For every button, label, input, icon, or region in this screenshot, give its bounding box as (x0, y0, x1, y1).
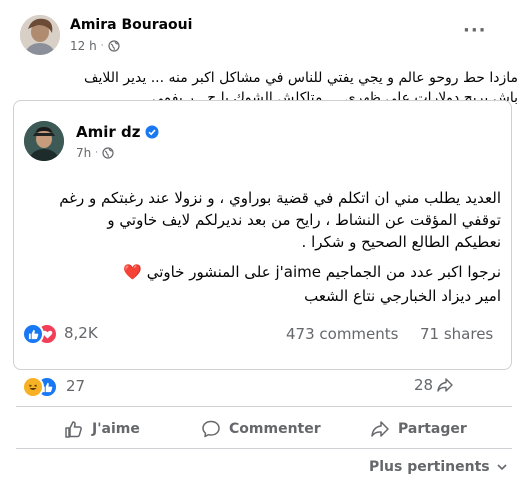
author-avatar[interactable] (20, 15, 60, 55)
shared-text-line-2: توقفي المؤقت عن النشاط ، رايح من بعد ندي… (107, 211, 501, 229)
avatar-photo-icon (20, 15, 60, 55)
comment-button[interactable]: Commenter (201, 419, 321, 439)
like-button[interactable]: J'aime (64, 419, 140, 439)
shared-author-avatar[interactable] (24, 121, 64, 161)
outer-reactions-count: 27 (66, 377, 86, 395)
share-arrow-icon (371, 421, 389, 437)
share-button-label: Partager (398, 421, 467, 437)
comment-sort-dropdown[interactable]: Plus pertinents (369, 459, 508, 475)
more-options-icon[interactable]: ··· (463, 20, 487, 41)
share-button[interactable]: Partager (370, 419, 467, 439)
shared-author-name[interactable]: Amir dz (76, 123, 140, 141)
post-time[interactable]: 12 h · (70, 39, 120, 53)
post-card: Amira Bouraoui 12 h · ··· مازدا حط روحو … (0, 0, 528, 481)
thumbs-up-icon (65, 421, 82, 438)
public-globe-icon (102, 147, 114, 159)
shared-comments-count[interactable]: 473 comments (286, 325, 398, 343)
verified-badge-icon (145, 125, 159, 139)
outer-shares-count: 28 (414, 376, 434, 394)
shared-shares-count[interactable]: 71 shares (420, 325, 493, 343)
post-time-label: 12 h (70, 39, 97, 53)
shared-text-line-1: العديد يطلب مني ان اتكلم في قضية بوراوي … (59, 189, 501, 207)
shared-text-line-4: نرجوا اكبر عدد من الجماجيم j'aime على ال… (123, 263, 501, 281)
author-name[interactable]: Amira Bouraoui (70, 17, 192, 33)
shared-text-line-5: امير ديزاد الخبارجي نتاع الشعب (304, 287, 501, 305)
actions-divider-bottom (16, 448, 512, 449)
comment-button-label: Commenter (229, 421, 321, 437)
chevron-down-icon (497, 464, 507, 471)
like-reaction-icon (22, 323, 44, 345)
outer-reactions[interactable]: 27 (22, 376, 102, 398)
haha-reaction-icon (22, 376, 44, 398)
shared-reactions-count: 8,2K (64, 324, 98, 342)
comment-sort-label: Plus pertinents (369, 459, 490, 475)
avatar-photo-icon (24, 121, 64, 161)
post-text-line-1: مازدا حط روحو عالم و يجي يفتي للناس في م… (84, 70, 518, 86)
shared-text-line-3: نعطيكم الطالع الصحيح و شكرا . (301, 233, 501, 251)
comment-bubble-icon (202, 420, 220, 438)
like-button-label: J'aime (92, 421, 140, 437)
shared-reactions[interactable]: 8,2K (22, 323, 102, 345)
public-globe-icon (107, 40, 120, 52)
share-count-icon (437, 378, 453, 392)
shared-author-row: Amir dz (76, 123, 159, 141)
shared-post[interactable]: Amir dz 7h · العديد يطلب مني ان اتكلم في… (13, 100, 512, 370)
shared-post-time[interactable]: 7h · (76, 146, 114, 160)
shared-post-time-label: 7h (76, 146, 92, 160)
outer-shares[interactable]: 28 (414, 376, 454, 394)
actions-divider-top (16, 406, 512, 407)
